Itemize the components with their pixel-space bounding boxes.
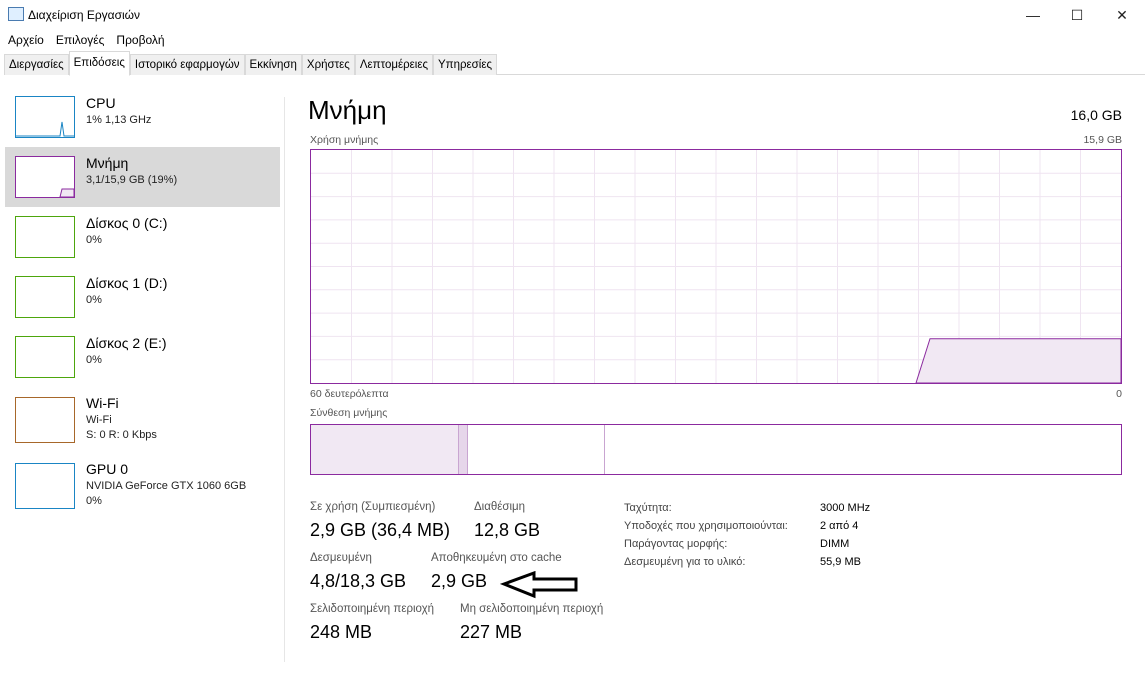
memory-thumbnail <box>15 156 75 198</box>
sidebar-item-label: Δίσκος 2 (E:) <box>86 335 167 351</box>
tab-bar: Διεργασίες Επιδόσεις Ιστορικό εφαρμογών … <box>4 51 1145 76</box>
sidebar-item-memory[interactable]: Μνήμη 3,1/15,9 GB (19%) <box>5 147 280 207</box>
available-value: 12,8 GB <box>474 520 541 540</box>
composition-modified[interactable] <box>459 425 468 474</box>
sidebar-item-label: Wi-Fi <box>86 395 119 411</box>
time-axis-right: 0 <box>1116 388 1122 400</box>
task-manager-icon <box>8 7 24 21</box>
disk-thumbnail <box>15 336 75 378</box>
available-label: Διαθέσιμη <box>474 501 526 513</box>
cpu-thumbnail <box>15 96 75 138</box>
arrow-annotation-icon <box>500 571 578 599</box>
sidebar-item-label: GPU 0 <box>86 461 129 477</box>
slots-label: Υποδοχές που χρησιμοποιούνται: <box>624 520 788 532</box>
sidebar-item-sub: 0% <box>86 294 102 306</box>
sidebar-item-gpu[interactable]: GPU 0 NVIDIA GeForce GTX 1060 6GB 0% <box>5 453 280 519</box>
cached-value: 2,9 GB <box>431 571 488 591</box>
disk-thumbnail <box>15 276 75 318</box>
usage-label: Χρήση μνήμης <box>310 134 379 146</box>
sidebar-item-sub: Wi-Fi <box>86 414 112 426</box>
usage-max: 15,9 GB <box>1083 134 1122 146</box>
maximize-button[interactable]: ☐ <box>1054 4 1100 26</box>
sidebar-item-label: CPU <box>86 95 116 111</box>
page-title: Μνήμη <box>308 95 387 125</box>
memory-usage-graph <box>311 150 1122 384</box>
form-factor-label: Παράγοντας μορφής: <box>624 538 728 550</box>
paged-pool-value: 248 MB <box>310 622 373 642</box>
sidebar-item-sub: NVIDIA GeForce GTX 1060 6GB <box>86 480 247 492</box>
menu-file[interactable]: Αρχείο <box>4 30 48 47</box>
cached-label: Αποθηκευμένη στο cache <box>431 552 562 564</box>
slots-value: 2 από 4 <box>820 520 859 532</box>
composition-in-use[interactable] <box>311 425 459 474</box>
sidebar-item-wifi[interactable]: Wi-Fi Wi-Fi S: 0 R: 0 Kbps <box>5 387 280 453</box>
tab-services[interactable]: Υπηρεσίες <box>433 54 498 75</box>
window-title: Διαχείριση Εργασιών <box>28 8 141 22</box>
nonpaged-pool-value: 227 MB <box>460 622 523 642</box>
committed-value: 4,8/18,3 GB <box>310 571 407 591</box>
speed-value: 3000 MHz <box>820 502 871 514</box>
tab-performance[interactable]: Επιδόσεις <box>68 51 130 76</box>
time-axis-left: 60 δευτερόλεπτα <box>310 388 389 400</box>
memory-total: 16,0 GB <box>1070 107 1122 123</box>
wifi-thumbnail <box>15 397 75 443</box>
sidebar-item-sub: 3,1/15,9 GB (19%) <box>86 174 178 186</box>
tab-startup[interactable]: Εκκίνηση <box>244 54 302 75</box>
memory-usage-chart <box>310 149 1122 384</box>
speed-label: Ταχύτητα: <box>624 502 672 514</box>
menu-options[interactable]: Επιλογές <box>52 30 109 47</box>
sidebar-item-disk-1[interactable]: Δίσκος 1 (D:) 0% <box>5 267 280 327</box>
close-button[interactable]: ✕ <box>1099 4 1145 26</box>
menu-bar: Αρχείο Επιλογές Προβολή <box>0 30 169 50</box>
menu-view[interactable]: Προβολή <box>112 30 168 47</box>
composition-label: Σύνθεση μνήμης <box>310 407 388 419</box>
paged-pool-label: Σελιδοποιημένη περιοχή <box>310 603 435 615</box>
memory-composition-bar <box>310 424 1122 475</box>
minimize-button[interactable]: — <box>1010 4 1056 26</box>
hardware-reserved-label: Δεσμευμένη για το υλικό: <box>624 556 746 568</box>
tab-app-history[interactable]: Ιστορικό εφαρμογών <box>129 54 245 75</box>
sidebar-item-label: Δίσκος 1 (D:) <box>86 275 168 291</box>
disk-thumbnail <box>15 216 75 258</box>
composition-standby[interactable] <box>468 425 605 474</box>
committed-label: Δεσμευμένη <box>310 552 372 564</box>
sidebar-item-sub2: S: 0 R: 0 Kbps <box>86 429 157 441</box>
sidebar-item-disk-2[interactable]: Δίσκος 2 (E:) 0% <box>5 327 280 387</box>
usage-line <box>915 338 1122 384</box>
tab-details[interactable]: Λεπτομέρειες <box>354 54 434 75</box>
sidebar-item-cpu[interactable]: CPU 1% 1,13 GHz <box>5 87 280 147</box>
sidebar-item-sub: 0% <box>86 234 102 246</box>
hardware-reserved-value: 55,9 MB <box>820 556 861 568</box>
gpu-thumbnail <box>15 463 75 509</box>
sidebar-item-sub2: 0% <box>86 495 102 507</box>
tab-processes[interactable]: Διεργασίες <box>4 54 69 75</box>
title-bar: Διαχείριση Εργασιών — ☐ ✕ <box>0 0 1145 30</box>
sidebar-item-sub: 0% <box>86 354 102 366</box>
sidebar-item-disk-0[interactable]: Δίσκος 0 (C:) 0% <box>5 207 280 267</box>
tab-users[interactable]: Χρήστες <box>301 54 355 75</box>
nonpaged-pool-label: Μη σελιδοποιημένη περιοχή <box>460 603 604 615</box>
composition-free[interactable] <box>605 425 1121 474</box>
sidebar-item-sub: 1% 1,13 GHz <box>86 114 152 126</box>
sidebar-item-label: Μνήμη <box>86 155 129 171</box>
splitter[interactable] <box>284 97 285 662</box>
sidebar-item-label: Δίσκος 0 (C:) <box>86 215 168 231</box>
in-use-value: 2,9 GB (36,4 MB) <box>310 520 451 540</box>
form-factor-value: DIMM <box>820 538 850 550</box>
in-use-label: Σε χρήση (Συμπιεσμένη) <box>310 501 436 513</box>
